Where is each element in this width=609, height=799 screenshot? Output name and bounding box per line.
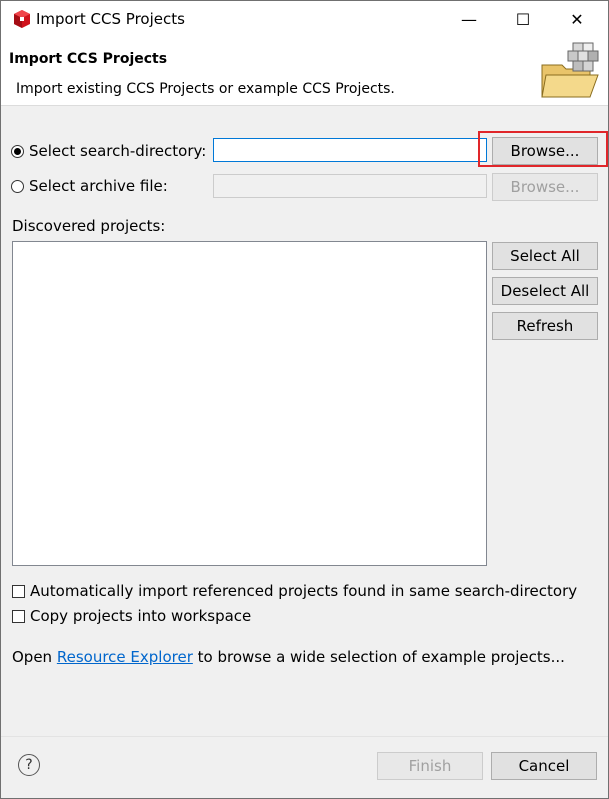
search-directory-radio[interactable]	[11, 144, 24, 158]
select-all-label: Select All	[510, 247, 580, 265]
highlight-box	[478, 131, 608, 167]
wizard-banner: Import CCS Projects Import existing CCS …	[1, 37, 608, 106]
browse-archive-button[interactable]: Browse...	[492, 173, 598, 201]
minimize-button[interactable]: —	[446, 1, 492, 37]
resource-suffix: to browse a wide selection of example pr…	[192, 648, 565, 666]
auto-import-checkbox[interactable]	[12, 584, 25, 598]
discovered-projects-list[interactable]	[12, 241, 487, 566]
auto-import-label: Automatically import referenced projects…	[30, 582, 578, 600]
archive-file-radio[interactable]	[11, 179, 24, 193]
refresh-button[interactable]: Refresh	[492, 312, 598, 340]
finish-label: Finish	[408, 757, 452, 775]
search-directory-option[interactable]: Select search-directory:	[11, 140, 206, 162]
copy-projects-option[interactable]: Copy projects into workspace	[12, 607, 251, 625]
title-bar: Import CCS Projects — ☐ ✕	[1, 1, 608, 37]
copy-projects-checkbox[interactable]	[12, 609, 25, 623]
banner-title: Import CCS Projects	[9, 51, 168, 67]
window-title: Import CCS Projects	[36, 10, 185, 28]
cancel-label: Cancel	[518, 757, 570, 775]
banner-description: Import existing CCS Projects or example …	[16, 81, 395, 97]
refresh-label: Refresh	[516, 317, 574, 335]
help-icon[interactable]: ?	[18, 754, 40, 776]
search-directory-label: Select search-directory:	[29, 142, 207, 160]
archive-file-label: Select archive file:	[29, 177, 168, 195]
finish-button[interactable]: Finish	[377, 752, 483, 780]
ccs-app-icon	[14, 10, 30, 28]
discovered-projects-label: Discovered projects:	[12, 217, 166, 235]
archive-file-option[interactable]: Select archive file:	[11, 175, 168, 197]
archive-file-input[interactable]	[213, 174, 487, 198]
resource-explorer-link[interactable]: Resource Explorer	[57, 648, 193, 666]
cancel-button[interactable]: Cancel	[491, 752, 597, 780]
import-dialog: Import CCS Projects — ☐ ✕ Import CCS Pro…	[0, 0, 609, 799]
resource-prefix: Open	[12, 648, 57, 666]
browse-archive-label: Browse...	[510, 178, 580, 196]
deselect-all-button[interactable]: Deselect All	[492, 277, 598, 305]
import-folder-icon	[541, 42, 599, 98]
deselect-all-label: Deselect All	[500, 282, 590, 300]
select-all-button[interactable]: Select All	[492, 242, 598, 270]
auto-import-option[interactable]: Automatically import referenced projects…	[12, 582, 577, 600]
copy-projects-label: Copy projects into workspace	[30, 607, 252, 625]
footer-separator	[1, 736, 608, 737]
resource-explorer-line: Open Resource Explorer to browse a wide …	[12, 648, 565, 666]
search-directory-input[interactable]	[213, 138, 487, 162]
close-button[interactable]: ✕	[554, 1, 600, 37]
maximize-button[interactable]: ☐	[500, 1, 546, 37]
